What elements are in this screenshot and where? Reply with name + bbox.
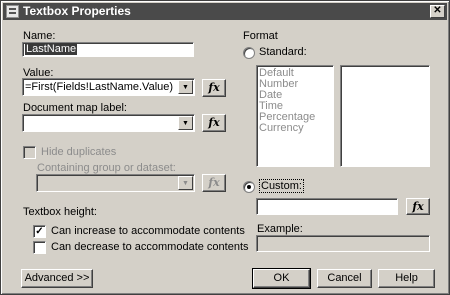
list-item[interactable]: Currency — [257, 123, 333, 134]
standard-format-detail-list[interactable] — [340, 65, 430, 167]
standard-format-list[interactable]: Default Number Date Time Percentage Curr… — [256, 65, 334, 167]
example-label: Example: — [257, 223, 303, 235]
close-button[interactable]: ✕ — [430, 5, 445, 18]
standard-label: Standard: — [259, 46, 307, 58]
hide-duplicates-label: Hide duplicates — [41, 146, 117, 158]
document-map-label: Document map label: — [23, 102, 127, 114]
name-input[interactable]: LastName — [22, 42, 194, 57]
can-increase-checkbox[interactable]: ✓ — [33, 225, 46, 238]
containing-group-combo[interactable]: ▼ — [36, 174, 195, 192]
custom-radio[interactable] — [243, 181, 255, 193]
ok-button[interactable]: OK — [252, 268, 311, 289]
value-dropdown-icon[interactable]: ▼ — [178, 80, 193, 94]
fx-icon: fx — [208, 116, 220, 129]
title-bar[interactable]: Textbox Properties ✕ — [3, 3, 447, 20]
name-label: Name: — [23, 30, 56, 42]
dialog-icon — [6, 5, 19, 18]
containing-group-label: Containing group or dataset: — [37, 162, 176, 174]
can-decrease-checkbox[interactable] — [33, 241, 46, 254]
example-box — [256, 235, 430, 252]
value-combo[interactable]: =First(Fields!LastName.Value) ▼ — [22, 78, 195, 96]
fx-icon: fx — [208, 176, 220, 189]
custom-format-input[interactable] — [256, 198, 398, 215]
can-increase-label: Can increase to accommodate contents — [51, 225, 245, 237]
document-map-expression-button[interactable]: fx — [202, 114, 226, 132]
standard-radio[interactable] — [243, 47, 255, 59]
document-map-dropdown-icon[interactable]: ▼ — [178, 116, 193, 130]
value-combo-text: =First(Fields!LastName.Value) — [25, 81, 174, 93]
fx-icon: fx — [208, 81, 220, 94]
help-button[interactable]: Help — [378, 269, 435, 288]
containing-group-dropdown-icon[interactable]: ▼ — [178, 176, 193, 190]
name-input-value: LastName — [25, 43, 78, 55]
cancel-button[interactable]: Cancel — [317, 269, 372, 288]
fx-icon: fx — [412, 200, 424, 213]
hide-duplicates-checkbox[interactable] — [23, 146, 36, 159]
custom-label: Custom: — [259, 179, 304, 193]
dialog-title: Textbox Properties — [23, 4, 131, 18]
containing-group-expression-button[interactable]: fx — [202, 174, 226, 192]
custom-format-expression-button[interactable]: fx — [406, 198, 430, 215]
value-expression-button[interactable]: fx — [202, 79, 226, 97]
textbox-properties-dialog: Textbox Properties ✕ Name: LastName Valu… — [0, 0, 450, 295]
document-map-combo[interactable]: ▼ — [22, 114, 195, 132]
advanced-button[interactable]: Advanced >> — [21, 269, 93, 288]
format-label: Format — [243, 30, 278, 42]
textbox-height-label: Textbox height: — [23, 206, 97, 218]
can-decrease-label: Can decrease to accommodate contents — [51, 241, 249, 253]
